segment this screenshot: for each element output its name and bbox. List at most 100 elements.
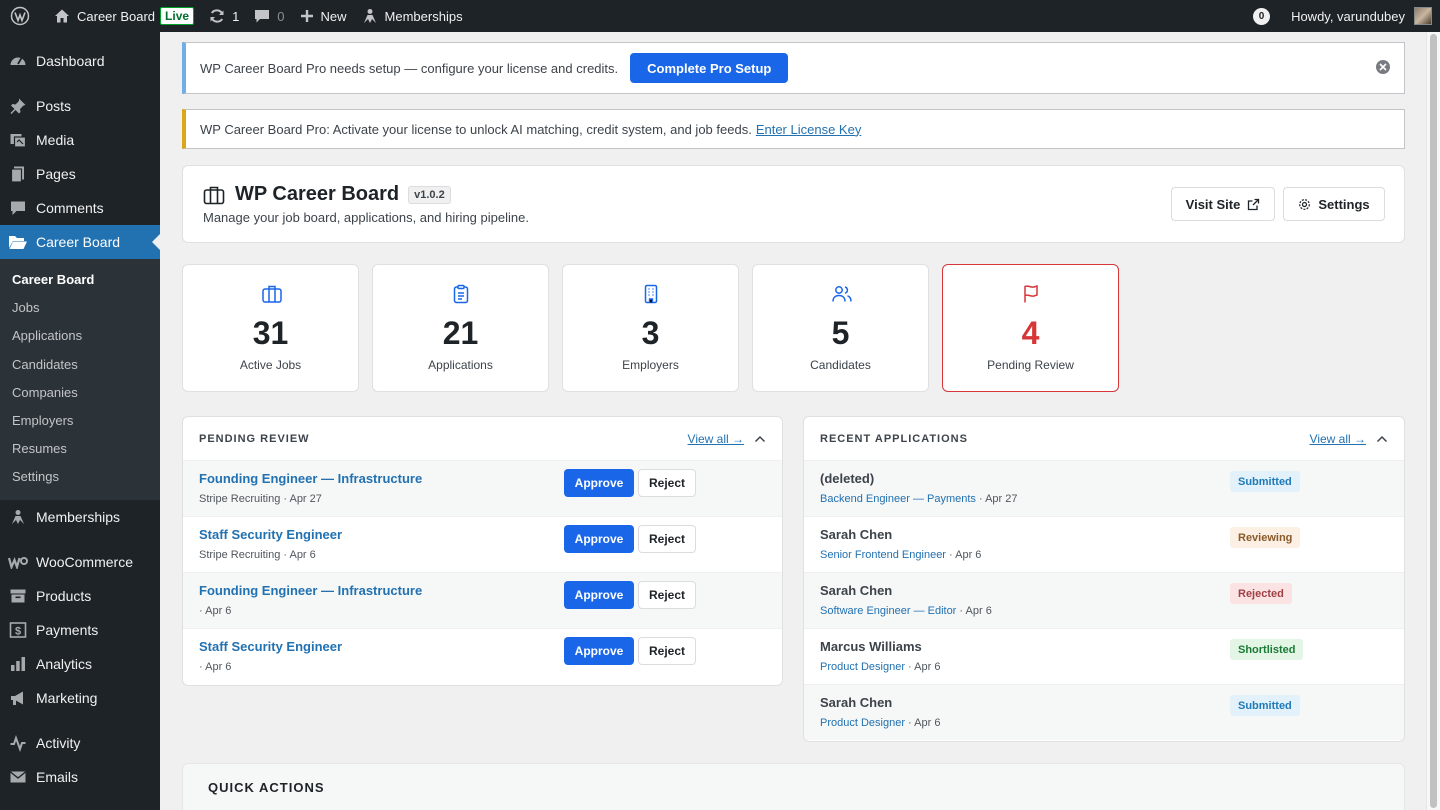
updates-count: 1	[232, 8, 240, 24]
menu-comments[interactable]: Comments	[0, 191, 160, 225]
menu-marketing[interactable]: Marketing	[0, 681, 160, 715]
application-job-link[interactable]: Product Designer	[820, 717, 905, 729]
admin-bar: Career Board Live 1 0 New Memberships 0 …	[0, 0, 1440, 32]
pending-job-title[interactable]: Staff Security Engineer	[199, 639, 342, 654]
reject-button[interactable]: Reject	[638, 469, 696, 497]
avatar	[1414, 7, 1432, 25]
status-badge: Reviewing	[1230, 527, 1301, 548]
application-job-link[interactable]: Senior Frontend Engineer	[820, 549, 946, 561]
application-job-link[interactable]: Product Designer	[820, 661, 905, 673]
pending-job-title[interactable]: Staff Security Engineer	[199, 527, 342, 542]
pushpin-icon	[10, 98, 26, 114]
application-row: Sarah Chen Product Designer · Apr 6 Subm…	[804, 684, 1404, 740]
visit-site-button[interactable]: Visit Site	[1171, 187, 1275, 221]
page-title: WP Career Board	[235, 183, 400, 205]
menu-analytics-label: Analytics	[36, 655, 93, 672]
submenu-career-board[interactable]: Career Board	[0, 266, 160, 294]
stat-card-employers[interactable]: 3 Employers	[562, 264, 739, 392]
pending-job-title[interactable]: Founding Engineer — Infrastructure	[199, 471, 422, 486]
approve-button[interactable]: Approve	[564, 637, 634, 665]
scrollbar-thumb[interactable]	[1430, 34, 1437, 808]
application-date: · Apr 6	[905, 661, 941, 673]
stat-card-applications[interactable]: 21 Applications	[372, 264, 549, 392]
reject-button[interactable]: Reject	[638, 525, 696, 553]
menu-analytics[interactable]: Analytics	[0, 647, 160, 681]
submenu-employers[interactable]: Employers	[0, 407, 160, 435]
recent-applications-panel: RECENT APPLICATIONS View all → (deleted)…	[803, 416, 1405, 742]
site-name-menu[interactable]: Career Board Live	[46, 0, 201, 32]
approve-button[interactable]: Approve	[564, 525, 634, 553]
memberships-menu[interactable]: Memberships	[354, 0, 470, 32]
applicant-name: Sarah Chen	[820, 527, 893, 542]
menu-marketing-label: Marketing	[36, 689, 98, 706]
settings-button[interactable]: Settings	[1283, 187, 1385, 221]
submenu-jobs[interactable]: Jobs	[0, 294, 160, 322]
email-icon	[10, 770, 26, 782]
dashboard-icon	[10, 57, 26, 65]
wordpress-icon	[10, 6, 30, 26]
memberships-icon	[12, 509, 24, 524]
setup-notice: WP Career Board Pro needs setup — config…	[182, 42, 1405, 94]
new-content-menu[interactable]: New	[292, 0, 354, 32]
application-job-link[interactable]: Backend Engineer — Payments	[820, 493, 976, 505]
page-scrollbar[interactable]	[1426, 32, 1440, 810]
license-notice-text: WP Career Board Pro: Activate your licen…	[200, 121, 752, 137]
pending-row: Founding Engineer — Infrastructure · Apr…	[183, 572, 782, 628]
setup-notice-text: WP Career Board Pro needs setup — config…	[200, 60, 619, 76]
menu-pages[interactable]: Pages	[0, 157, 160, 191]
chevron-up-icon[interactable]	[1376, 435, 1388, 443]
menu-activity[interactable]: Activity	[0, 726, 160, 760]
updates-menu[interactable]: 1	[201, 0, 246, 32]
menu-emails-label: Emails	[36, 768, 79, 785]
menu-memberships[interactable]: Memberships	[0, 500, 160, 534]
recent-view-all-link[interactable]: View all →	[1310, 432, 1366, 446]
pending-job-title[interactable]: Founding Engineer — Infrastructure	[199, 583, 422, 598]
menu-woocommerce[interactable]: WooCommerce	[0, 545, 160, 579]
applicant-name: (deleted)	[820, 471, 875, 486]
application-date: · Apr 27	[975, 493, 1018, 505]
recent-applications-title: RECENT APPLICATIONS	[820, 432, 968, 445]
menu-payments[interactable]: $ Payments	[0, 613, 160, 647]
dismiss-notice-button[interactable]	[1376, 60, 1390, 74]
submenu-resumes[interactable]: Resumes	[0, 435, 160, 463]
comment-icon	[255, 10, 270, 23]
reject-button[interactable]: Reject	[638, 581, 696, 609]
media-icon	[10, 134, 27, 148]
application-row: Sarah Chen Software Engineer — Editor · …	[804, 572, 1404, 628]
application-job-link[interactable]: Software Engineer — Editor	[820, 605, 956, 617]
memberships-label: Memberships	[384, 8, 463, 24]
updates-icon	[210, 9, 224, 23]
stat-label: Candidates	[810, 358, 871, 372]
pending-view-all-link[interactable]: View all →	[688, 432, 744, 446]
submenu-candidates[interactable]: Candidates	[0, 351, 160, 379]
status-badge: Rejected	[1230, 583, 1292, 604]
notifications-count[interactable]: 0	[1253, 7, 1271, 25]
chevron-up-icon[interactable]	[754, 435, 766, 443]
stat-card-pending-review[interactable]: 4 Pending Review	[942, 264, 1119, 392]
menu-career-board[interactable]: Career Board	[0, 225, 160, 259]
menu-products[interactable]: Products	[0, 579, 160, 613]
enter-license-key-link[interactable]: Enter License Key	[756, 122, 862, 137]
building-icon	[644, 284, 658, 304]
application-date: · Apr 6	[945, 549, 982, 561]
my-account-menu[interactable]: Howdy, varundubey	[1284, 0, 1440, 32]
menu-emails[interactable]: Emails	[0, 760, 160, 794]
submenu-companies[interactable]: Companies	[0, 379, 160, 407]
submenu-applications[interactable]: Applications	[0, 322, 160, 350]
reject-button[interactable]: Reject	[638, 637, 696, 665]
pages-icon	[10, 166, 24, 183]
comments-menu[interactable]: 0	[246, 0, 291, 32]
memberships-icon	[363, 9, 376, 23]
home-icon	[55, 9, 69, 23]
stat-card-candidates[interactable]: 5 Candidates	[752, 264, 929, 392]
stat-card-active-jobs[interactable]: 31 Active Jobs	[182, 264, 359, 392]
menu-dashboard[interactable]: Dashboard	[0, 44, 160, 78]
wordpress-logo-menu[interactable]	[0, 0, 46, 32]
complete-pro-setup-button[interactable]: Complete Pro Setup	[630, 53, 789, 83]
stat-value: 5	[831, 315, 850, 351]
submenu-settings[interactable]: Settings	[0, 463, 160, 491]
menu-posts[interactable]: Posts	[0, 89, 160, 123]
approve-button[interactable]: Approve	[564, 581, 634, 609]
approve-button[interactable]: Approve	[564, 469, 634, 497]
menu-media[interactable]: Media	[0, 123, 160, 157]
